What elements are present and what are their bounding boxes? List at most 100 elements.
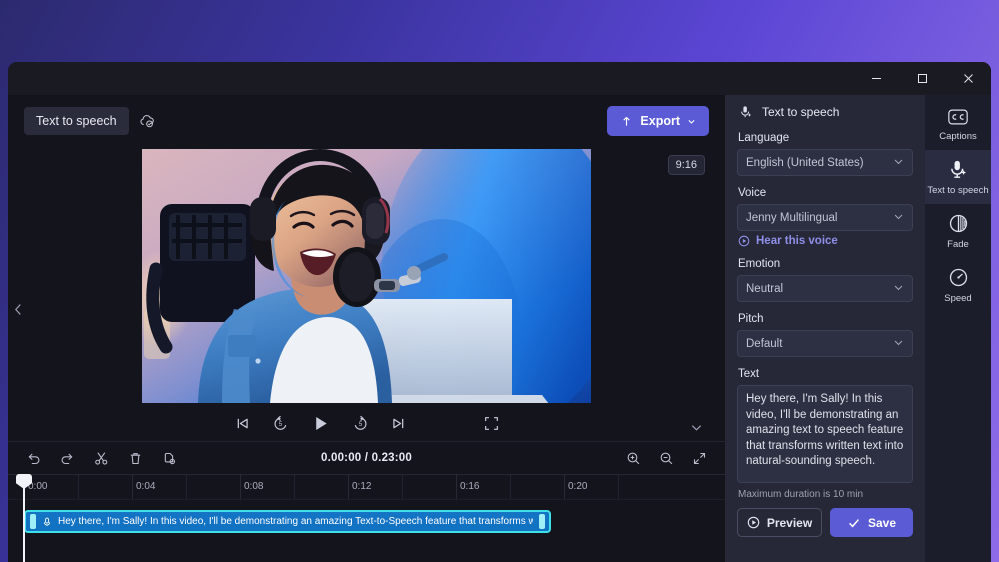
closed-captions-icon [947,108,969,126]
language-select[interactable]: English (United States) [737,149,913,176]
clip-trim-handle-left[interactable] [30,514,36,529]
tool-rail: Captions Text to speech Fade Speed [925,95,991,562]
chevron-down-icon[interactable] [690,421,703,439]
fit-screen-icon[interactable] [692,451,707,466]
window-body: Text to speech Export 9:16 5 5 0.00:00 /… [8,95,991,562]
aspect-ratio-badge[interactable]: 9:16 [667,155,705,175]
audio-clip[interactable]: Hey there, I'm Sally! In this video, I'l… [24,510,551,533]
microphone-icon [42,517,52,527]
rail-item-text-to-speech[interactable]: Text to speech [925,150,991,204]
redo-icon[interactable] [60,451,75,466]
rail-label: Fade [947,239,969,250]
ruler-label: 0:20 [568,481,588,492]
voice-label: Voice [738,187,767,199]
chevron-left-icon [14,303,21,315]
save-label: Save [867,515,897,530]
fullscreen-icon[interactable] [484,416,499,431]
check-icon [847,516,861,530]
trash-icon[interactable] [128,451,143,466]
ruler-label: 0:04 [136,481,156,492]
pitch-label: Pitch [738,313,764,325]
emotion-select[interactable]: Neutral [737,275,913,302]
play-circle-icon [747,516,760,529]
chevron-down-icon [893,156,904,170]
chevron-down-icon [893,282,904,296]
forward-5-icon[interactable]: 5 [352,415,369,432]
player-controls: 5 5 [8,405,725,441]
voice-value: Jenny Multilingual [746,211,838,224]
scissors-icon[interactable] [94,451,109,466]
undo-icon[interactable] [26,451,41,466]
export-button[interactable]: Export [607,106,709,136]
editor-topbar: Text to speech Export [8,95,725,147]
svg-text:5: 5 [358,422,362,428]
chevron-down-icon [893,337,904,351]
ruler-label: 0:08 [244,481,264,492]
window-titlebar [8,62,991,95]
panel-title-label: Text to speech [762,105,840,119]
skip-next-icon[interactable] [391,416,406,431]
timeline-edit-tools [26,451,177,466]
timeline-track[interactable]: Hey there, I'm Sally! In this video, I'l… [8,500,725,562]
clip-trim-handle-right[interactable] [539,514,545,529]
text-to-speech-panel: Text to speech Language English (United … [725,95,925,562]
emotion-label: Emotion [738,258,781,270]
hear-this-voice-link[interactable]: Hear this voice [738,235,913,247]
collapse-left-panel-button[interactable] [10,294,26,324]
text-label: Text [738,368,760,380]
timeline-toolbar: 0.00:00 / 0.23:00 [8,442,725,474]
ruler-label: 0:16 [460,481,480,492]
timeline-tracks-wrapper: 0:00 0:04 0:08 0:12 0:16 0:20 Hey there,… [8,474,725,562]
rail-label: Captions [939,131,977,142]
timeline-zoom-tools [626,451,707,466]
zoom-in-icon[interactable] [626,451,641,466]
preview-button[interactable]: Preview [737,508,822,537]
video-frame-image [142,149,591,403]
video-preview-area: 9:16 [8,147,725,405]
rail-item-speed[interactable]: Speed [925,258,991,312]
rail-item-captions[interactable]: Captions [925,99,991,150]
rail-item-fade[interactable]: Fade [925,204,991,258]
timeline-ruler[interactable]: 0:00 0:04 0:08 0:12 0:16 0:20 [8,474,725,500]
microphone-sparkle-icon [739,105,753,119]
maximize-button[interactable] [899,62,945,95]
play-circle-icon [738,235,750,247]
chevron-down-icon [893,211,904,225]
language-label: Language [738,132,790,144]
duplicate-icon[interactable] [162,451,177,466]
close-button[interactable] [945,62,991,95]
rail-label: Text to speech [927,185,989,196]
speedometer-icon [948,267,969,288]
editor-main: Text to speech Export 9:16 5 5 0.00:00 /… [8,95,725,562]
tts-text-input[interactable]: Hey there, I'm Sally! In this video, I'l… [737,385,913,483]
play-button[interactable] [311,414,330,433]
zoom-out-icon[interactable] [659,451,674,466]
rewind-5-icon[interactable]: 5 [272,415,289,432]
microphone-sparkle-icon [948,159,969,180]
minimize-button[interactable] [853,62,899,95]
ruler-label: 0:00 [28,481,48,492]
pitch-value: Default [746,337,783,350]
clip-label: Hey there, I'm Sally! In this video, I'l… [58,516,533,527]
rail-label: Speed [944,293,972,304]
project-info: Text to speech [24,107,156,135]
pitch-select[interactable]: Default [737,330,913,357]
panel-title: Text to speech [737,105,913,119]
cloud-check-icon [139,113,156,130]
panel-actions: Preview Save [737,508,913,537]
video-canvas[interactable] [142,149,591,403]
max-duration-note: Maximum duration is 10 min [738,489,864,500]
timeline: 0.00:00 / 0.23:00 0:00 0:04 0:08 0:12 0:… [8,441,725,562]
skip-previous-icon[interactable] [235,416,250,431]
voice-select[interactable]: Jenny Multilingual [737,204,913,231]
hear-this-voice-label: Hear this voice [756,235,838,247]
chevron-down-icon [688,119,695,124]
export-label: Export [640,114,680,128]
ruler-label: 0:12 [352,481,372,492]
fade-icon [948,213,969,234]
emotion-value: Neutral [746,282,784,295]
project-name-input[interactable]: Text to speech [24,107,129,135]
language-value: English (United States) [746,156,864,169]
save-button[interactable]: Save [830,508,913,537]
svg-text:5: 5 [278,422,282,428]
